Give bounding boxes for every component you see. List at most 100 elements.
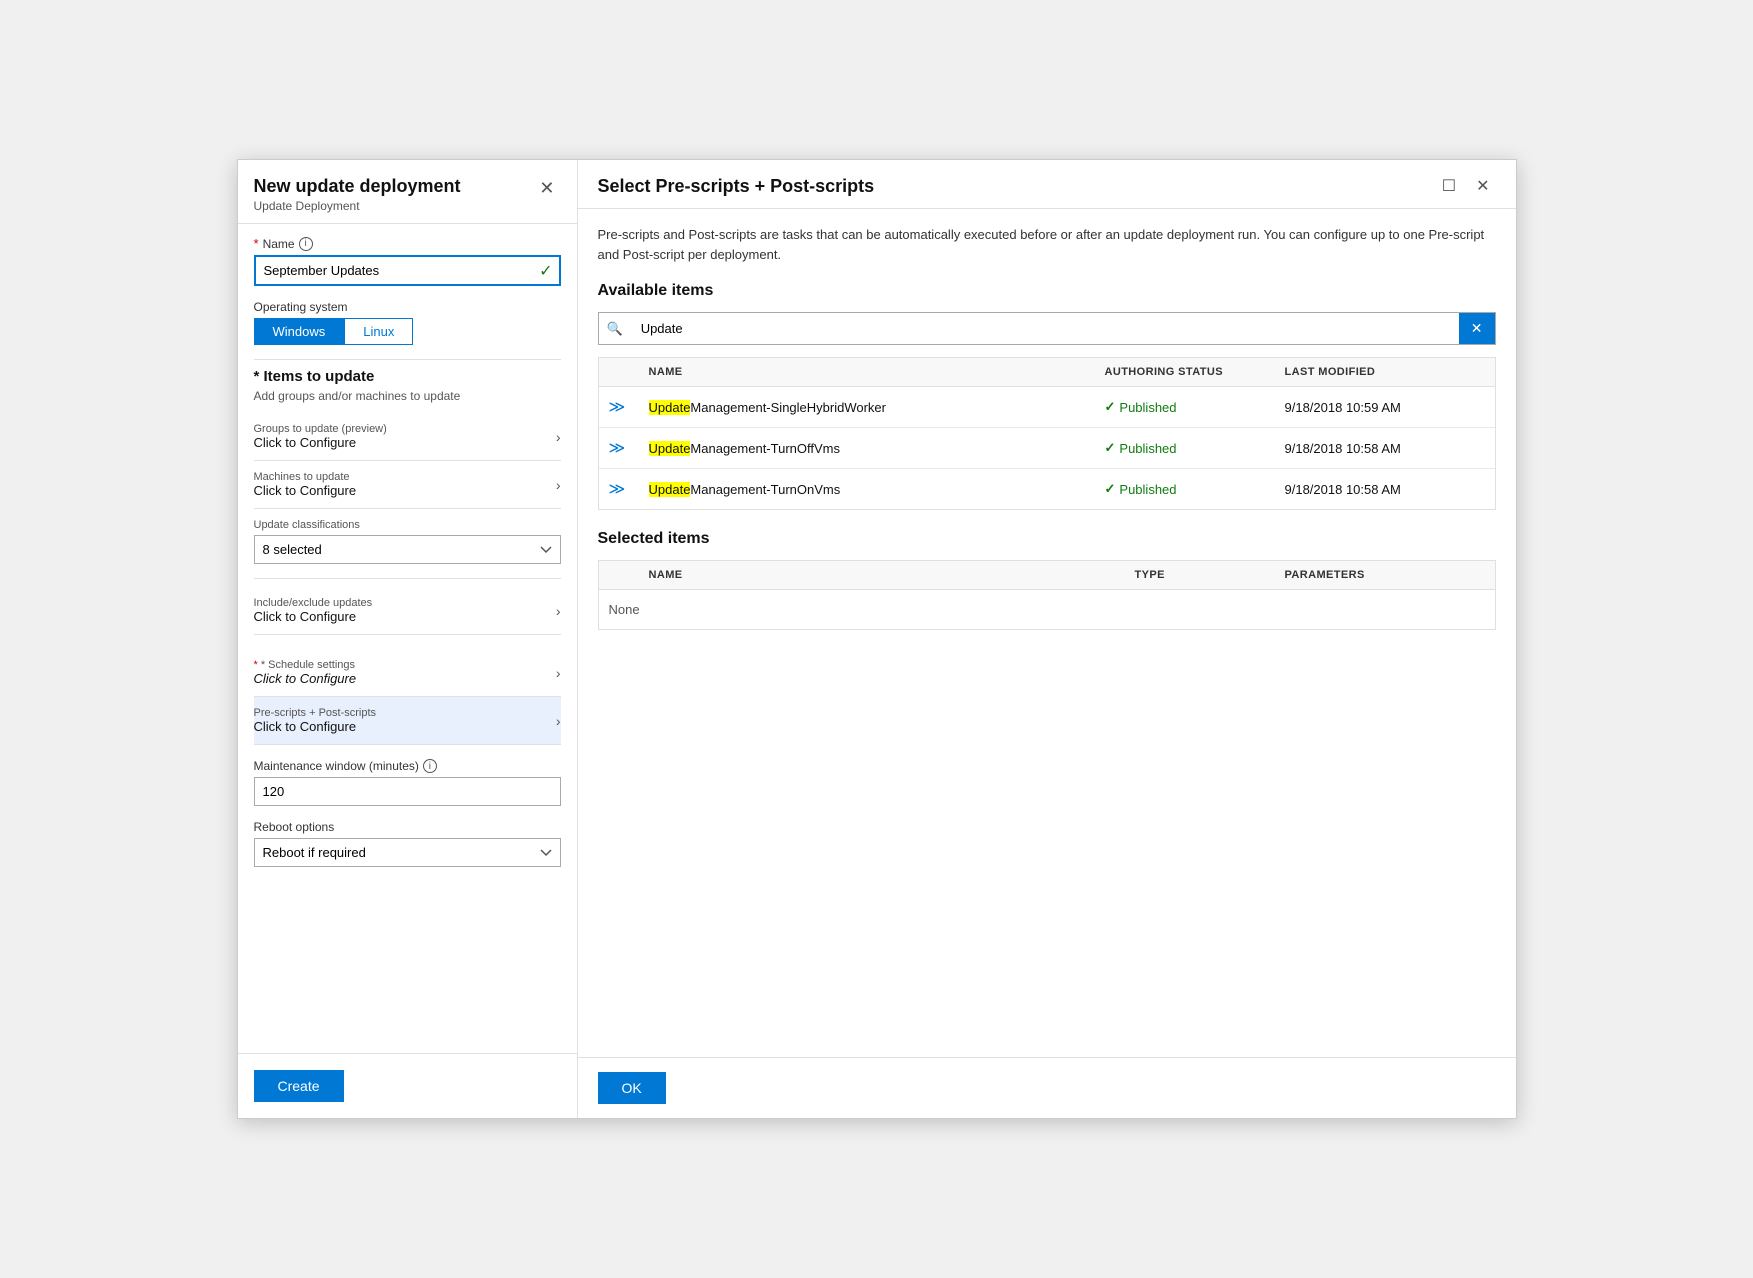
table-row[interactable]: ≫ UpdateManagement-TurnOnVms ✓ Published… — [599, 469, 1495, 509]
include-exclude-value: Click to Configure — [254, 609, 373, 624]
os-windows-button[interactable]: Windows — [254, 318, 345, 345]
name-info-icon[interactable]: i — [299, 237, 313, 251]
row2-modified: 9/18/2018 10:58 AM — [1285, 441, 1485, 456]
runbook-icon: ≫ — [609, 399, 626, 416]
search-clear-button[interactable]: ✕ — [1459, 313, 1495, 344]
row3-modified: 9/18/2018 10:58 AM — [1285, 482, 1485, 497]
groups-to-update-row[interactable]: Groups to update (preview) Click to Conf… — [254, 413, 561, 461]
name-check-icon: ✓ — [539, 261, 552, 281]
name-input-wrapper: ✓ — [254, 255, 561, 286]
machines-value: Click to Configure — [254, 483, 357, 498]
prescripts-row[interactable]: Pre-scripts + Post-scripts Click to Conf… — [254, 697, 561, 745]
left-panel-title: New update deployment — [254, 176, 461, 197]
schedule-label: * * Schedule settings — [254, 659, 357, 671]
schedule-settings-row[interactable]: * * Schedule settings Click to Configure… — [254, 649, 561, 697]
available-table-header: NAME AUTHORING STATUS LAST MODIFIED — [599, 358, 1495, 387]
search-icon: 🔍 — [599, 321, 631, 337]
row1-status-badge: ✓ Published — [1105, 399, 1285, 415]
right-footer: OK — [578, 1057, 1516, 1118]
maintenance-label: Maintenance window (minutes) i — [254, 759, 561, 773]
row2-icon: ≫ — [609, 438, 649, 458]
description-text: Pre-scripts and Post-scripts are tasks t… — [598, 225, 1496, 264]
available-col-modified: LAST MODIFIED — [1285, 366, 1485, 378]
row2-check-icon: ✓ — [1105, 440, 1116, 456]
selected-col-icon — [609, 569, 649, 581]
os-field-group: Operating system Windows Linux — [254, 300, 561, 345]
right-panel-close-button[interactable]: ✕ — [1470, 174, 1495, 198]
right-header: Select Pre-scripts + Post-scripts ☐ ✕ — [578, 160, 1516, 209]
update-classifications-select[interactable]: 8 selected — [254, 535, 561, 564]
selected-col-name: NAME — [649, 569, 1135, 581]
items-to-update-desc: Add groups and/or machines to update — [254, 389, 561, 403]
selected-col-params: PARAMETERS — [1285, 569, 1485, 581]
name-required-star: * — [254, 236, 259, 251]
reboot-select[interactable]: Reboot if required Never reboot Always r… — [254, 838, 561, 867]
prescripts-chevron-icon: › — [556, 713, 561, 729]
selected-table-header: NAME TYPE PARAMETERS — [599, 561, 1495, 590]
row2-name: UpdateManagement-TurnOffVms — [649, 441, 1105, 456]
right-header-icons: ☐ ✕ — [1436, 174, 1496, 198]
update-class-label: Update classifications — [254, 519, 561, 531]
row1-status: ✓ Published — [1105, 399, 1285, 415]
row2-name-highlight: Update — [649, 441, 691, 456]
groups-chevron-icon: › — [556, 429, 561, 445]
reboot-label: Reboot options — [254, 820, 561, 834]
row3-status: ✓ Published — [1105, 481, 1285, 497]
maintenance-input[interactable] — [254, 777, 561, 806]
runbook-icon: ≫ — [609, 481, 626, 498]
selected-col-type: TYPE — [1135, 569, 1285, 581]
groups-value: Click to Configure — [254, 435, 387, 450]
available-col-icon — [609, 366, 649, 378]
row2-status-badge: ✓ Published — [1105, 440, 1285, 456]
include-exclude-chevron-icon: › — [556, 603, 561, 619]
available-items-table: NAME AUTHORING STATUS LAST MODIFIED ≫ Up… — [598, 357, 1496, 510]
selected-items-table: NAME TYPE PARAMETERS None — [598, 560, 1496, 630]
schedule-chevron-icon: › — [556, 665, 561, 681]
row3-status-badge: ✓ Published — [1105, 481, 1285, 497]
left-footer: Create — [238, 1053, 577, 1118]
reboot-field-group: Reboot options Reboot if required Never … — [254, 820, 561, 867]
name-label: * Name i — [254, 236, 561, 251]
machines-label: Machines to update — [254, 471, 357, 483]
maximize-icon[interactable]: ☐ — [1436, 174, 1462, 198]
left-panel-subtitle: Update Deployment — [254, 199, 461, 213]
row3-name-highlight: Update — [649, 482, 691, 497]
ok-button[interactable]: OK — [598, 1072, 666, 1104]
os-label: Operating system — [254, 300, 561, 314]
maintenance-info-icon[interactable]: i — [423, 759, 437, 773]
search-input[interactable] — [631, 314, 1459, 343]
items-to-update-group: * Items to update Add groups and/or mach… — [254, 368, 561, 635]
table-row[interactable]: ≫ UpdateManagement-SingleHybridWorker ✓ … — [599, 387, 1495, 428]
right-panel-title: Select Pre-scripts + Post-scripts — [598, 176, 875, 197]
update-classifications-group: Update classifications 8 selected — [254, 509, 561, 564]
row1-name-highlight: Update — [649, 400, 691, 415]
right-panel: Select Pre-scripts + Post-scripts ☐ ✕ Pr… — [578, 160, 1516, 1118]
create-button[interactable]: Create — [254, 1070, 344, 1102]
os-linux-button[interactable]: Linux — [344, 318, 413, 345]
include-exclude-label: Include/exclude updates — [254, 597, 373, 609]
row1-icon: ≫ — [609, 397, 649, 417]
schedule-value: Click to Configure — [254, 671, 357, 686]
available-heading: Available items — [598, 282, 1496, 300]
row3-icon: ≫ — [609, 479, 649, 499]
row1-name: UpdateManagement-SingleHybridWorker — [649, 400, 1105, 415]
search-bar: 🔍 ✕ — [598, 312, 1496, 345]
name-input[interactable] — [254, 255, 561, 286]
groups-label: Groups to update (preview) — [254, 423, 387, 435]
right-body: Pre-scripts and Post-scripts are tasks t… — [578, 209, 1516, 1057]
selected-none-row: None — [599, 590, 1495, 629]
runbook-icon: ≫ — [609, 440, 626, 457]
machines-to-update-row[interactable]: Machines to update Click to Configure › — [254, 461, 561, 509]
prescripts-value: Click to Configure — [254, 719, 377, 734]
left-panel-close-button[interactable]: ✕ — [533, 176, 560, 201]
name-field-group: * Name i ✓ — [254, 236, 561, 286]
os-buttons: Windows Linux — [254, 318, 561, 345]
row3-name: UpdateManagement-TurnOnVms — [649, 482, 1105, 497]
machines-chevron-icon: › — [556, 477, 561, 493]
table-row[interactable]: ≫ UpdateManagement-TurnOffVms ✓ Publishe… — [599, 428, 1495, 469]
left-header: New update deployment Update Deployment … — [238, 160, 577, 224]
include-exclude-row[interactable]: Include/exclude updates Click to Configu… — [254, 587, 561, 635]
row1-modified: 9/18/2018 10:59 AM — [1285, 400, 1485, 415]
available-col-name: NAME — [649, 366, 1105, 378]
available-col-status: AUTHORING STATUS — [1105, 366, 1285, 378]
